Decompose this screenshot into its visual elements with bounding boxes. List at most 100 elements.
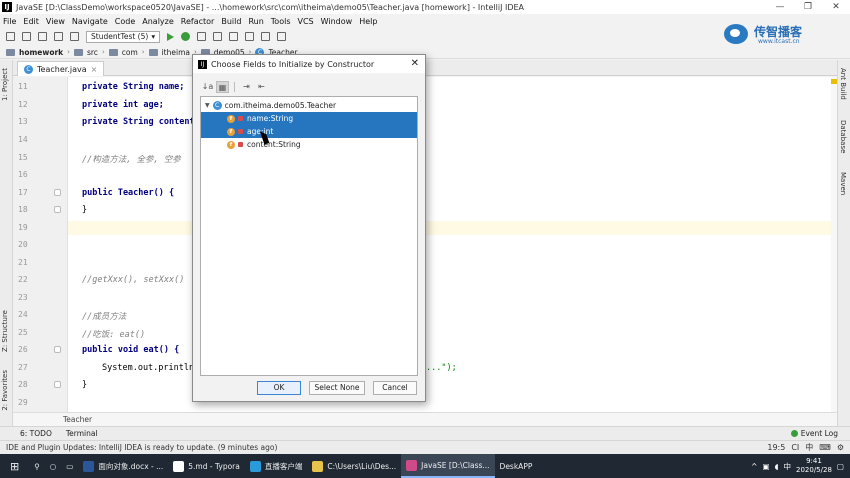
minimize-button[interactable]: — [766,2,794,12]
notifications-icon[interactable]: ▢ [837,462,844,471]
vcs-icon[interactable] [277,32,287,41]
line-separator-indicator[interactable]: CI [791,443,799,452]
tab-maven[interactable]: Maven [839,172,847,195]
tab-structure[interactable]: Z: Structure [1,310,9,352]
menu-analyze[interactable]: Analyze [142,17,174,26]
sort-alphabetically-icon[interactable]: ↓a [201,81,214,93]
build-hammer-icon[interactable] [70,32,79,41]
fold-marker-icon[interactable] [54,381,61,388]
breadcrumb-itheima[interactable]: itheima [162,48,190,57]
tab-terminal[interactable]: Terminal [66,429,98,438]
gear-icon[interactable]: ⚙ [837,443,844,452]
code-line-15: //构造方法, 全参, 空参 [82,155,181,165]
show-classes-icon[interactable]: ▦ [216,81,229,93]
tray-ime-indicator[interactable]: 中 [784,461,792,472]
taskbar-item-live-client[interactable]: 直播客户端 [245,454,308,478]
field-row-age[interactable]: f age:int [201,125,417,138]
breadcrumb-homework[interactable]: homework [19,48,63,57]
event-log[interactable]: Event Log [790,429,838,438]
tab-project[interactable]: 1: Project [1,68,9,101]
close-tab-icon[interactable]: × [91,65,98,74]
breadcrumb-com[interactable]: com [122,48,138,57]
volume-icon[interactable]: ◖ [775,462,779,471]
clock[interactable]: 9:41 2020/5/28 [796,457,832,475]
back-icon[interactable] [38,32,47,41]
menu-navigate[interactable]: Navigate [72,17,108,26]
line-number: 25 [18,328,28,337]
menu-run[interactable]: Run [248,17,263,26]
debug-icon[interactable] [181,32,191,41]
taskbar-item-typora[interactable]: 5.md - Typora [168,454,245,478]
close-icon[interactable]: ✕ [411,58,419,69]
menu-window[interactable]: Window [321,17,353,26]
field-row-content[interactable]: f content:String [201,138,417,151]
project-structure-icon[interactable] [229,32,239,41]
folder-icon [73,48,83,56]
forward-icon[interactable] [54,32,63,41]
status-message[interactable]: IDE and Plugin Updates: IntelliJ IDEA is… [6,443,277,452]
tab-ant-build[interactable]: Ant Build [839,68,847,100]
menu-refactor[interactable]: Refactor [181,17,215,26]
menu-edit[interactable]: Edit [23,17,39,26]
task-view-button[interactable]: ▭ [61,454,78,478]
fold-marker-icon[interactable] [54,189,61,196]
taskbar-item-explorer[interactable]: C:\Users\Liu\Des... [307,454,401,478]
coverage-icon[interactable] [197,32,207,41]
search-taskbar-button[interactable]: ⚲ [29,454,45,478]
expand-all-icon[interactable]: ⇥ [240,81,253,93]
search-icon: ⚲ [34,461,40,471]
ok-button[interactable]: OK [257,381,301,395]
run-icon[interactable] [167,32,175,41]
editor-class-breadcrumb[interactable]: Teacher [13,412,837,426]
breadcrumb-src[interactable]: src [87,48,98,57]
tab-todo[interactable]: 6: TODO [20,429,52,438]
dialog-title-bar[interactable]: IJ Choose Fields to Initialize by Constr… [193,55,425,73]
breadcrumb-separator: › [67,48,70,56]
chevron-down-icon[interactable]: ▼ [205,102,210,109]
menu-code[interactable]: Code [115,17,135,26]
collapse-all-icon[interactable]: ⇤ [255,81,268,93]
start-button[interactable]: ⊞ [0,454,29,478]
search-icon[interactable] [261,32,271,41]
keyboard-icon[interactable]: ⌨ [819,443,831,452]
tab-database[interactable]: Database [839,120,847,153]
menu-build[interactable]: Build [221,17,241,26]
taskbar-item-intellij[interactable]: JavaSE [D:\Class... [401,454,495,478]
intellij-icon: IJ [198,59,207,69]
line-number: 14 [18,135,28,144]
run-configuration-select[interactable]: StudentTest (5) ▾ [86,30,161,43]
code-line-12: private int age; [82,100,164,110]
taskbar-item-deskapp[interactable]: DeskAPP [495,454,538,478]
module-folder-icon [6,48,15,56]
editor-scrollbar[interactable] [831,77,837,412]
tab-teacher-java[interactable]: C Teacher.java × [17,61,105,76]
field-icon: f [227,114,235,123]
select-none-button[interactable]: Select None [309,381,365,395]
settings-wrench-icon[interactable] [245,32,255,41]
restore-button[interactable]: ❐ [794,2,822,12]
sync-icon[interactable] [22,32,31,41]
field-row-name[interactable]: f name:String [201,112,417,125]
close-window-button[interactable]: ✕ [822,2,850,12]
menu-file[interactable]: File [3,17,16,26]
menu-vcs[interactable]: VCS [298,17,314,26]
menu-view[interactable]: View [46,17,65,26]
save-icon[interactable] [6,32,15,41]
tree-root-class[interactable]: ▼ C com.itheima.demo05.Teacher [201,99,417,112]
fold-marker-icon[interactable] [54,346,61,353]
private-lock-icon [238,129,243,134]
cortana-button[interactable]: ○ [45,454,62,478]
network-icon[interactable]: ▣ [762,462,769,471]
fields-tree[interactable]: ▼ C com.itheima.demo05.Teacher f name:St… [200,96,418,376]
tab-favorites[interactable]: 2: Favorites [1,370,9,411]
fold-marker-icon[interactable] [54,206,61,213]
menu-tools[interactable]: Tools [271,17,291,26]
ime-indicator[interactable]: 中 [805,442,813,453]
show-hidden-icons-icon[interactable]: ^ [751,462,757,471]
stop-icon[interactable] [213,32,223,41]
caret-position[interactable]: 19:5 [767,443,785,452]
cancel-button[interactable]: Cancel [373,381,417,395]
taskbar-item-word[interactable]: 面向对象.docx - ... [78,454,168,478]
menu-help[interactable]: Help [359,17,377,26]
inspection-status-icon[interactable] [831,79,837,84]
